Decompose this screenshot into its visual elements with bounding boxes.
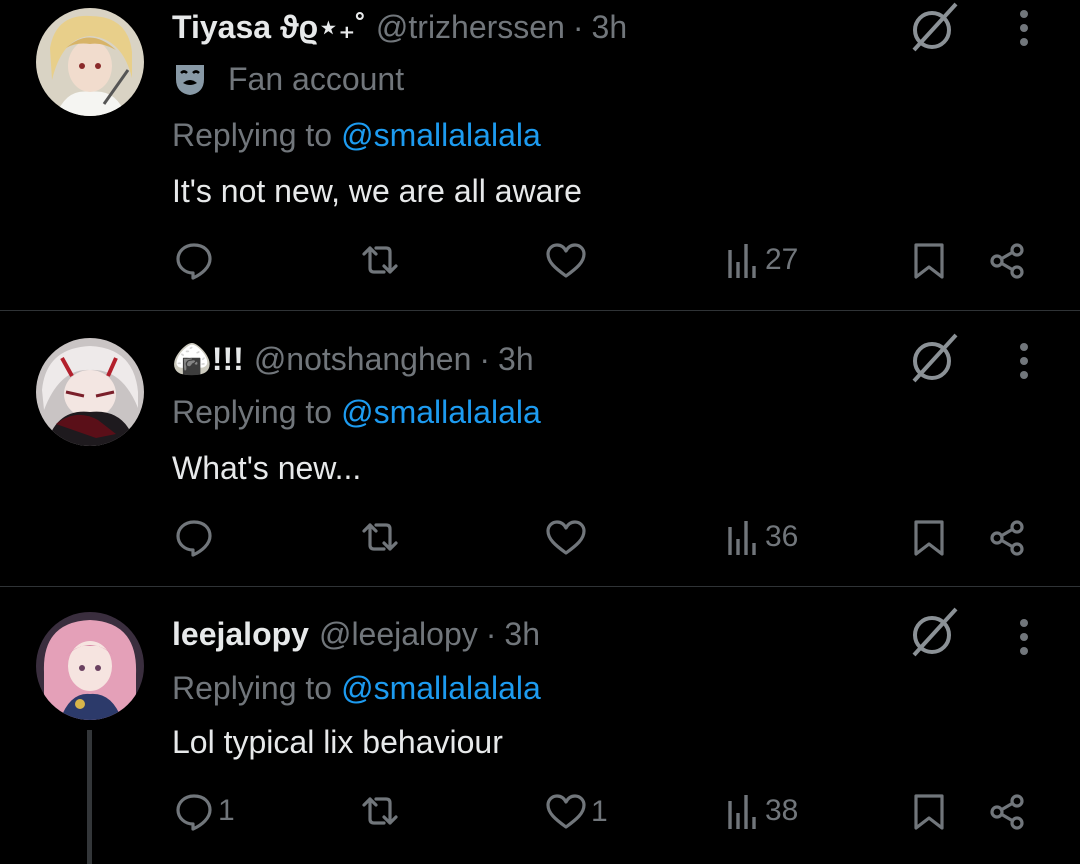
- tweet-2[interactable]: 🍙!!! @notshanghen · 3h Replying to @smal…: [0, 311, 1080, 586]
- reply-button[interactable]: [174, 517, 218, 557]
- avatar[interactable]: [36, 612, 144, 720]
- views-icon: [727, 791, 761, 831]
- replying-prefix: Replying to: [172, 669, 333, 706]
- share-button[interactable]: [988, 242, 1026, 280]
- replying-to: Replying to @smallalalala: [172, 113, 541, 157]
- more-icon[interactable]: [1008, 339, 1040, 383]
- tweet-text: It's not new, we are all aware: [172, 172, 582, 209]
- like-button[interactable]: [545, 519, 591, 557]
- user-handle[interactable]: @leejalopy: [319, 616, 478, 653]
- account-label-text: Fan account: [228, 60, 405, 97]
- like-icon: [545, 242, 587, 280]
- replying-prefix: Replying to: [172, 393, 333, 430]
- bookmark-icon: [912, 242, 946, 280]
- reply-button[interactable]: [174, 240, 218, 280]
- more-icon[interactable]: [1008, 615, 1040, 659]
- tweet-1[interactable]: Tiyasa ϑϱ⋆₊˚ @trizherssen · 3h Fan accou…: [0, 0, 1080, 310]
- repost-icon: [358, 242, 402, 278]
- display-name[interactable]: leejalopy: [172, 616, 309, 653]
- reply-icon: [174, 791, 214, 831]
- share-button[interactable]: [988, 519, 1026, 557]
- repost-icon: [358, 519, 402, 555]
- views-count: 36: [765, 520, 799, 553]
- replying-to: Replying to @smallalalala: [172, 390, 541, 434]
- replying-prefix: Replying to: [172, 116, 333, 153]
- share-icon: [988, 242, 1026, 280]
- grok-icon[interactable]: [906, 331, 962, 387]
- bookmark-icon: [912, 793, 946, 831]
- views-count: 38: [765, 794, 799, 827]
- like-button[interactable]: [545, 242, 591, 280]
- separator-dot: ·: [479, 340, 491, 377]
- user-handle[interactable]: @trizherssen: [376, 9, 565, 46]
- views-count: 27: [765, 243, 799, 276]
- thread-line: [87, 730, 92, 864]
- grok-icon[interactable]: [906, 605, 962, 661]
- display-name[interactable]: 🍙!!!: [172, 340, 244, 378]
- tweet-text: Lol typical lix behaviour: [172, 723, 503, 760]
- share-button[interactable]: [988, 793, 1026, 831]
- mention-link[interactable]: @smallalalala: [341, 117, 541, 154]
- separator-dot: ·: [572, 8, 584, 45]
- reply-button[interactable]: 1: [174, 791, 235, 831]
- tweet-text: What's new...: [172, 449, 362, 486]
- repost-button[interactable]: [358, 793, 406, 829]
- bookmark-button[interactable]: [912, 519, 946, 557]
- views-icon: [727, 240, 761, 280]
- like-icon: [545, 793, 587, 831]
- separator-dot: ·: [485, 615, 497, 652]
- bookmark-icon: [912, 519, 946, 557]
- replying-to: Replying to @smallalalala: [172, 666, 541, 710]
- mention-link[interactable]: @smallalalala: [341, 670, 541, 707]
- reply-icon: [174, 240, 214, 280]
- repost-icon: [358, 793, 402, 829]
- bookmark-button[interactable]: [912, 242, 946, 280]
- timestamp[interactable]: 3h: [498, 341, 534, 378]
- like-count: 1: [591, 795, 608, 828]
- account-label: Fan account: [172, 57, 404, 101]
- mention-link[interactable]: @smallalalala: [341, 394, 541, 431]
- share-icon: [988, 519, 1026, 557]
- display-name[interactable]: Tiyasa ϑϱ⋆₊˚: [172, 8, 366, 46]
- avatar[interactable]: [36, 338, 144, 446]
- views-button[interactable]: 36: [727, 517, 798, 557]
- repost-button[interactable]: [358, 519, 406, 555]
- user-handle[interactable]: @notshanghen: [254, 341, 472, 378]
- theater-masks-icon: [172, 61, 208, 97]
- timestamp[interactable]: 3h: [592, 9, 628, 46]
- reply-count: 1: [218, 794, 235, 827]
- like-button[interactable]: 1: [545, 793, 608, 831]
- views-button[interactable]: 27: [727, 240, 798, 280]
- grok-icon[interactable]: [906, 0, 962, 56]
- share-icon: [988, 793, 1026, 831]
- like-icon: [545, 519, 587, 557]
- more-icon[interactable]: [1008, 6, 1040, 50]
- tweet-3[interactable]: leejalopy @leejalopy · 3h Replying to @s…: [0, 587, 1080, 864]
- views-icon: [727, 517, 761, 557]
- bookmark-button[interactable]: [912, 793, 946, 831]
- avatar[interactable]: [36, 8, 144, 116]
- views-button[interactable]: 38: [727, 791, 798, 831]
- reply-icon: [174, 517, 214, 557]
- repost-button[interactable]: [358, 242, 406, 278]
- timestamp[interactable]: 3h: [504, 616, 540, 653]
